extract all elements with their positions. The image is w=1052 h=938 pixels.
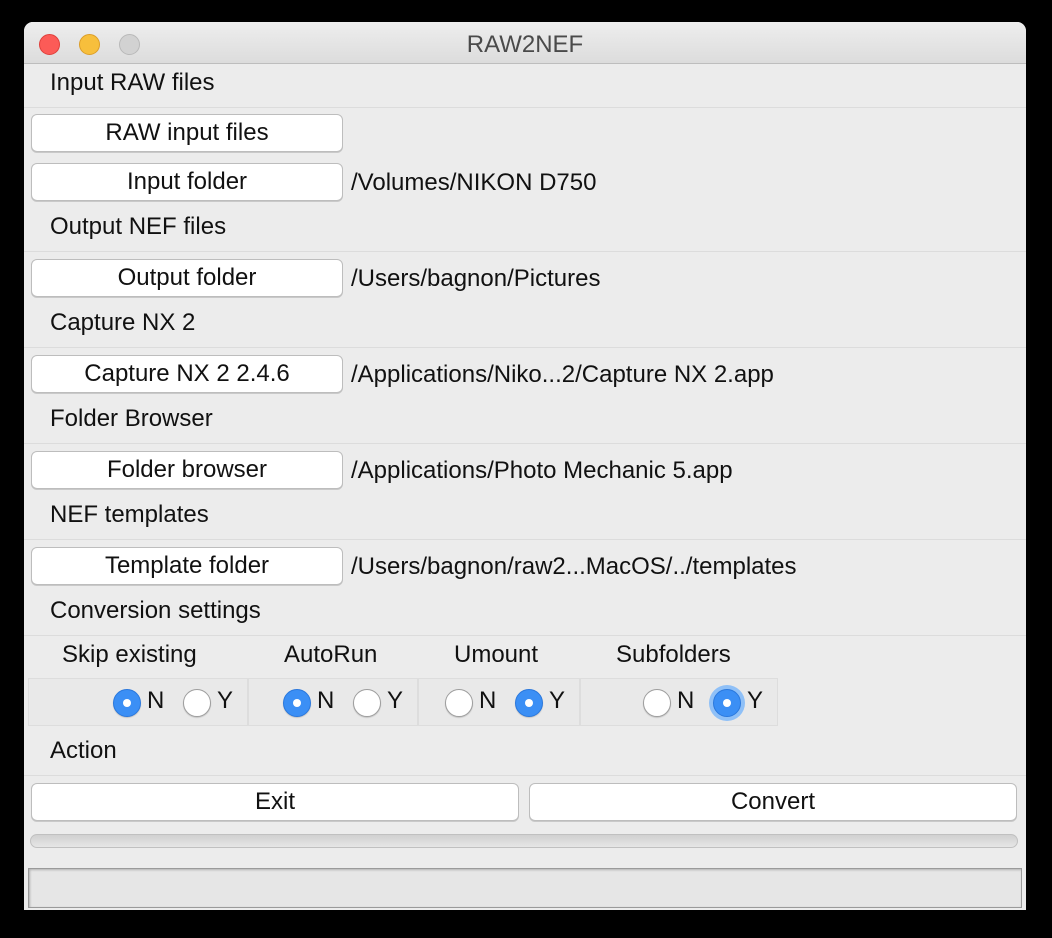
umount-y-radio[interactable] <box>515 689 543 717</box>
section-templates-label: NEF templates <box>50 501 209 528</box>
subfolders-n-radio[interactable] <box>643 689 671 717</box>
convert-button[interactable]: Convert <box>529 783 1017 821</box>
status-field <box>28 868 1022 908</box>
divider <box>24 775 1026 776</box>
autorun-n-radio[interactable] <box>283 689 311 717</box>
radio-y-label: Y <box>217 687 234 714</box>
radio-n-label: N <box>479 687 497 714</box>
template-folder-button[interactable]: Template folder <box>31 547 343 585</box>
skip-existing-y-radio[interactable] <box>183 689 211 717</box>
skip-existing-group: N Y <box>28 678 248 726</box>
autorun-label: AutoRun <box>284 641 378 668</box>
radio-n-label: N <box>317 687 335 714</box>
output-folder-button[interactable]: Output folder <box>31 259 343 297</box>
umount-n-radio[interactable] <box>445 689 473 717</box>
folder-browser-path: /Applications/Photo Mechanic 5.app <box>351 457 733 484</box>
autorun-group: N Y <box>248 678 418 726</box>
umount-group: N Y <box>418 678 580 726</box>
raw-input-files-button[interactable]: RAW input files <box>31 114 343 152</box>
section-input-label: Input RAW files <box>50 69 215 96</box>
radio-y-label: Y <box>747 687 764 714</box>
autorun-y-radio[interactable] <box>353 689 381 717</box>
input-folder-path: /Volumes/NIKON D750 <box>351 169 597 196</box>
section-capture-label: Capture NX 2 <box>50 309 196 336</box>
skip-existing-label: Skip existing <box>62 641 197 668</box>
divider <box>24 347 1026 348</box>
subfolders-label: Subfolders <box>616 641 731 668</box>
window-title: RAW2NEF <box>466 31 584 58</box>
umount-label: Umount <box>454 641 539 668</box>
template-folder-path: /Users/bagnon/raw2...MacOS/../templates <box>351 553 797 580</box>
section-settings-label: Conversion settings <box>50 597 261 624</box>
output-folder-path: /Users/bagnon/Pictures <box>351 265 601 292</box>
divider <box>24 635 1026 636</box>
divider <box>24 107 1026 108</box>
subfolders-group: N Y <box>580 678 778 726</box>
input-folder-button[interactable]: Input folder <box>31 163 343 201</box>
divider <box>24 539 1026 540</box>
divider <box>24 251 1026 252</box>
radio-y-label: Y <box>549 687 566 714</box>
section-browser-label: Folder Browser <box>50 405 213 432</box>
radio-n-label: N <box>677 687 695 714</box>
radio-n-label: N <box>147 687 165 714</box>
app-window: RAW2NEF Input RAW files RAW input files … <box>24 22 1026 910</box>
title-bar[interactable]: RAW2NEF <box>24 22 1026 64</box>
progress-bar <box>30 834 1018 848</box>
section-action-label: Action <box>50 737 117 764</box>
exit-button[interactable]: Exit <box>31 783 519 821</box>
divider <box>24 443 1026 444</box>
capture-nx-path: /Applications/Niko...2/Capture NX 2.app <box>351 361 774 388</box>
section-output-label: Output NEF files <box>50 213 227 240</box>
folder-browser-button[interactable]: Folder browser <box>31 451 343 489</box>
subfolders-y-radio[interactable] <box>713 689 741 717</box>
skip-existing-n-radio[interactable] <box>113 689 141 717</box>
radio-y-label: Y <box>387 687 404 714</box>
capture-nx-button[interactable]: Capture NX 2 2.4.6 <box>31 355 343 393</box>
